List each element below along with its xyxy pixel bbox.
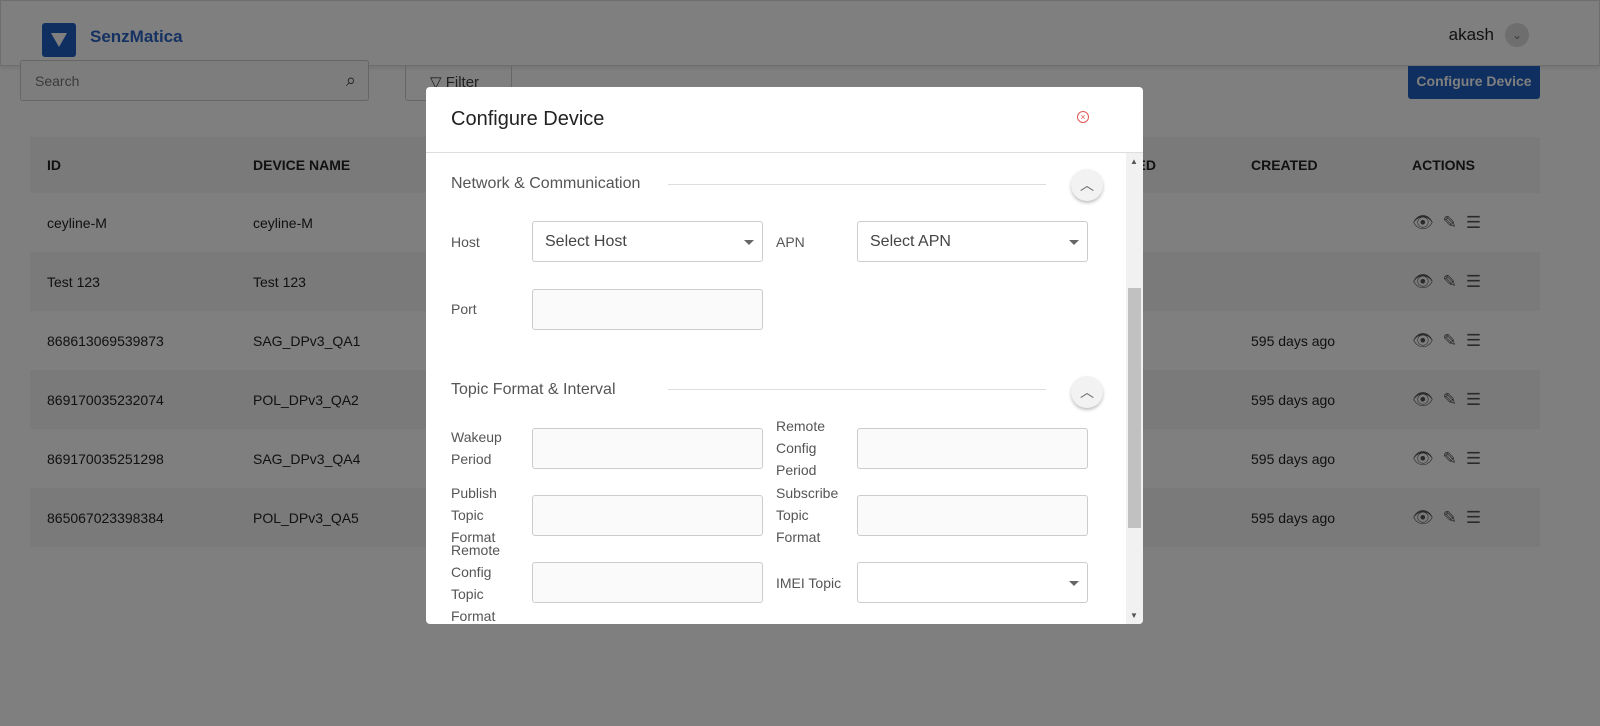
imei-select[interactable] [857,562,1088,603]
apn-select[interactable]: Select APN [857,221,1088,262]
collapse-topic-button[interactable]: ︿ [1071,376,1103,408]
remote-config-period-input[interactable] [857,428,1088,469]
divider [426,152,1143,153]
host-select[interactable]: Select Host [532,221,763,262]
modal-title: Configure Device [451,108,605,130]
wakeup-label: Wakeup Period [451,429,502,467]
configure-device-modal: Configure Device × Network & Communicati… [426,87,1143,624]
host-label: Host [451,234,480,250]
remote-config-topic-label: Remote Config Topic Format [451,542,501,624]
scrollbar[interactable]: ▲ ▼ [1126,153,1143,624]
section-topic: Topic Format & Interval [451,381,616,398]
collapse-network-button[interactable]: ︿ [1071,169,1103,201]
subscribe-label: Subscribe Topic Format [776,485,839,545]
remote-config-period-label: Remote Config Period [776,418,826,478]
subscribe-input[interactable] [857,495,1088,536]
divider [668,184,1046,185]
scroll-up-icon[interactable]: ▲ [1130,157,1138,166]
port-label: Port [451,301,477,317]
wakeup-input[interactable] [532,428,763,469]
imei-label: IMEI Topic [776,575,842,591]
remote-config-topic-input[interactable] [532,562,763,603]
port-input[interactable] [532,289,763,330]
section-network: Network & Communication [451,175,641,192]
divider [668,389,1046,390]
close-icon[interactable]: × [1077,111,1089,123]
apn-label: APN [776,234,805,250]
publish-input[interactable] [532,495,763,536]
scrollbar-thumb[interactable] [1128,288,1141,528]
scroll-down-icon[interactable]: ▼ [1130,611,1138,620]
